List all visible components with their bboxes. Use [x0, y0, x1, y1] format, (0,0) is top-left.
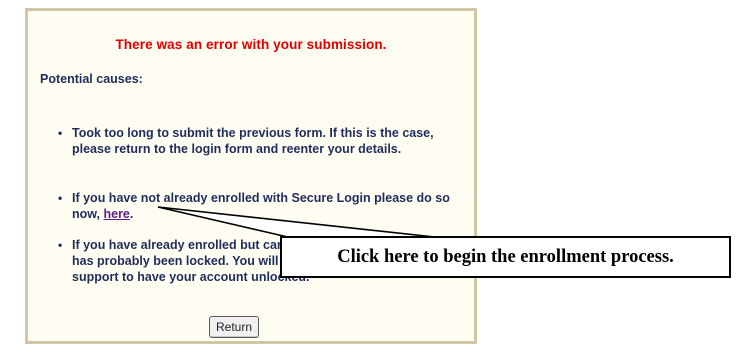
- callout-pointer: [157, 206, 445, 239]
- annotation-callout: Click here to begin the enrollment proce…: [280, 236, 731, 278]
